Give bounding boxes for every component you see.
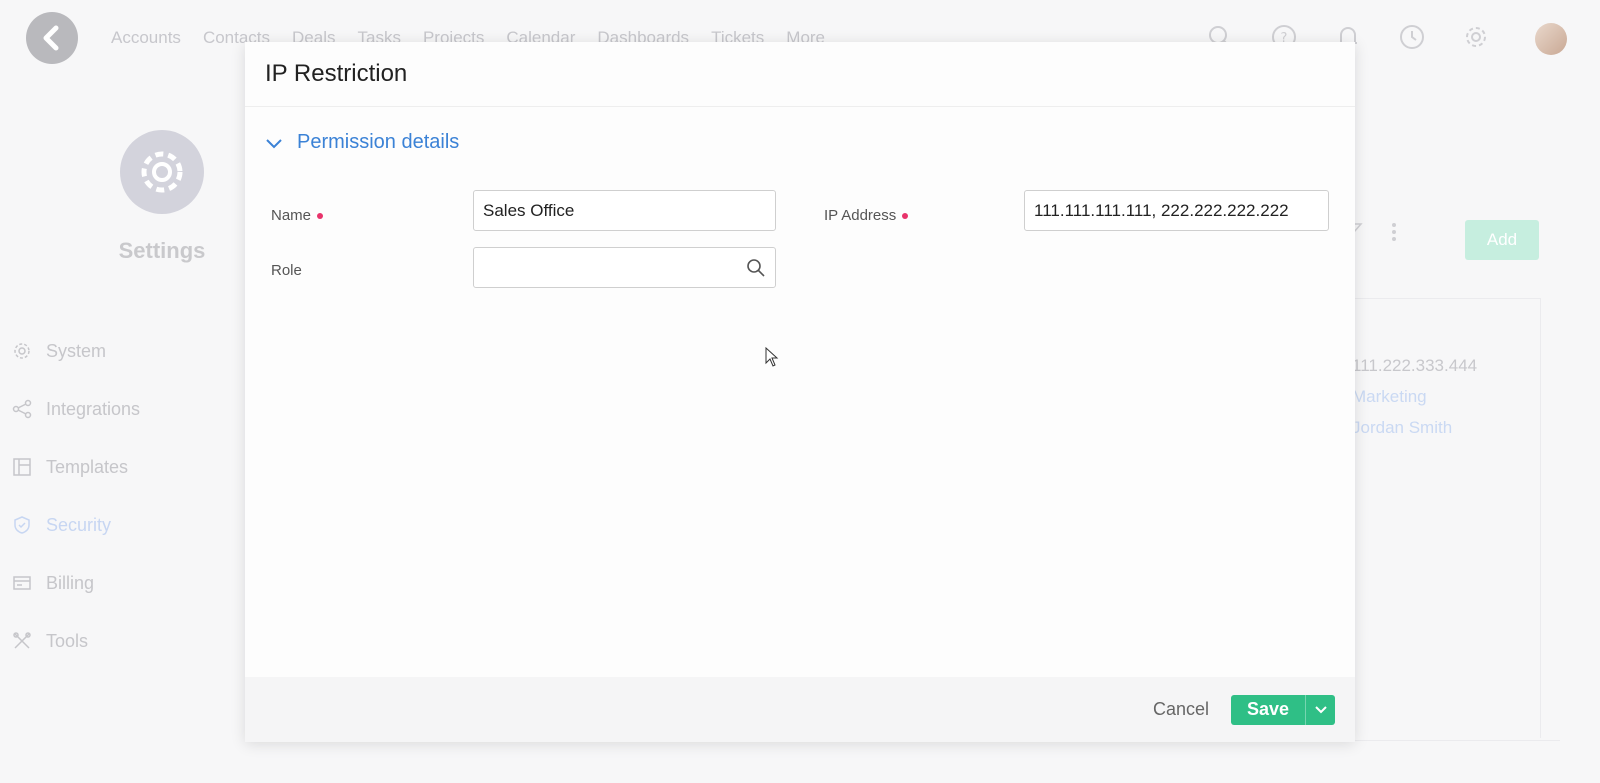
search-icon[interactable] bbox=[746, 258, 766, 278]
ip-address-field[interactable]: 111.111.111.111, 222.222.222.222 bbox=[1024, 190, 1329, 231]
ip-address-label-text: IP Address bbox=[824, 207, 897, 224]
ip-address-label: IP Address bbox=[824, 207, 909, 224]
divider bbox=[1350, 740, 1560, 741]
share-icon bbox=[12, 399, 32, 419]
name-field-value: Sales Office bbox=[483, 200, 575, 220]
cancel-button[interactable]: Cancel bbox=[1153, 699, 1209, 720]
sidebar-item-billing[interactable]: Billing bbox=[12, 554, 140, 612]
chevron-down-icon bbox=[266, 138, 282, 148]
dialog-body: Permission details Name Sales Office IP … bbox=[245, 107, 1355, 677]
settings-hero-icon bbox=[120, 130, 204, 214]
required-indicator bbox=[902, 212, 909, 219]
divider bbox=[1350, 298, 1540, 299]
settings-sidebar: System Integrations Templates Security B… bbox=[12, 322, 140, 670]
user-avatar[interactable] bbox=[1535, 23, 1567, 55]
sidebar-item-label: System bbox=[46, 340, 107, 361]
mouse-cursor-icon bbox=[765, 347, 779, 367]
ip-address-field-value: 111.111.111.111, 222.222.222.222 bbox=[1034, 200, 1289, 220]
card-icon bbox=[12, 573, 32, 593]
save-options-dropdown[interactable] bbox=[1305, 694, 1335, 725]
gear-icon bbox=[141, 151, 183, 193]
sidebar-item-label: Templates bbox=[46, 456, 129, 477]
sidebar-item-label: Billing bbox=[46, 572, 95, 593]
record-detail: 111.222.333.444 Marketing Jordan Smith bbox=[1352, 350, 1477, 443]
dialog-header: IP Restriction bbox=[245, 42, 1355, 107]
divider bbox=[1540, 298, 1541, 738]
record-role-link[interactable]: Marketing bbox=[1352, 381, 1477, 412]
sidebar-item-security[interactable]: Security bbox=[12, 496, 140, 554]
sidebar-item-label: Tools bbox=[46, 630, 89, 651]
layout-icon bbox=[12, 457, 32, 477]
shield-icon bbox=[12, 515, 32, 535]
add-button[interactable]: Add bbox=[1465, 220, 1539, 260]
sidebar-item-system[interactable]: System bbox=[12, 322, 140, 380]
ip-restriction-dialog: IP Restriction Permission details Name S… bbox=[245, 42, 1355, 742]
name-label: Name bbox=[271, 207, 324, 224]
role-label-text: Role bbox=[271, 262, 302, 279]
save-button-group: Save bbox=[1231, 694, 1335, 725]
sidebar-item-templates[interactable]: Templates bbox=[12, 438, 140, 496]
permission-details-toggle[interactable]: Permission details bbox=[265, 131, 459, 154]
sidebar-item-tools[interactable]: Tools bbox=[12, 612, 140, 670]
app-logo[interactable] bbox=[26, 12, 78, 64]
sidebar-item-label: Security bbox=[46, 514, 112, 535]
sidebar-item-integrations[interactable]: Integrations bbox=[12, 380, 140, 438]
dialog-title: IP Restriction bbox=[265, 60, 408, 87]
nav-accounts[interactable]: Accounts bbox=[111, 28, 181, 48]
record-ip: 111.222.333.444 bbox=[1352, 356, 1478, 375]
dialog-footer: Cancel Save bbox=[245, 677, 1355, 742]
save-button[interactable]: Save bbox=[1231, 694, 1305, 725]
more-vertical-icon[interactable] bbox=[1382, 220, 1406, 244]
sidebar-item-label: Integrations bbox=[46, 398, 141, 419]
clock-icon[interactable] bbox=[1397, 22, 1427, 52]
gear-icon bbox=[12, 341, 32, 361]
tools-icon bbox=[12, 631, 32, 651]
role-label: Role bbox=[271, 262, 302, 279]
section-label: Permission details bbox=[297, 131, 460, 153]
role-lookup-field[interactable] bbox=[473, 247, 776, 288]
record-owner-link[interactable]: Jordan Smith bbox=[1352, 412, 1477, 443]
chevron-down-icon bbox=[1314, 705, 1327, 713]
required-indicator bbox=[317, 212, 324, 219]
logo-icon bbox=[43, 25, 59, 51]
name-field[interactable]: Sales Office bbox=[473, 190, 776, 231]
name-label-text: Name bbox=[271, 207, 312, 224]
settings-gear-icon[interactable] bbox=[1461, 22, 1491, 52]
